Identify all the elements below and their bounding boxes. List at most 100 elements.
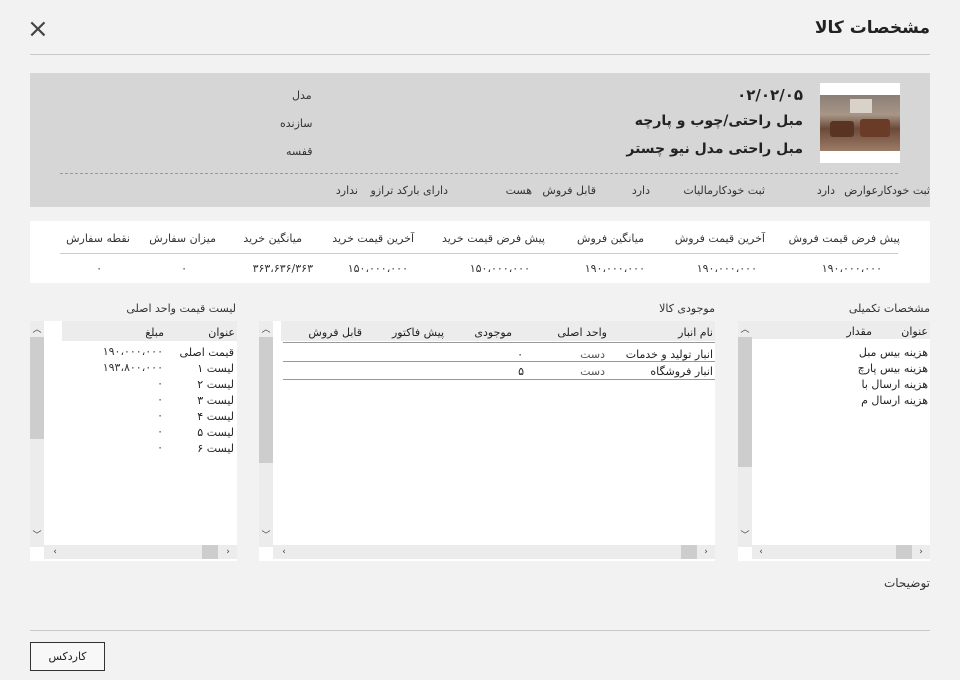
horizontal-scrollbar[interactable] xyxy=(273,545,715,559)
column-warehouse[interactable]: نام انبار xyxy=(678,326,713,339)
chevron-right-icon[interactable]: › xyxy=(914,545,928,559)
price-value: ۱۹۰،۰۰۰،۰۰۰ xyxy=(821,262,882,275)
stock-title: موجودی کالا xyxy=(659,302,715,315)
scroll-thumb[interactable] xyxy=(259,337,273,463)
price-summary-panel: پیش فرض قیمت فروش آخرین قیمت فروش میانگی… xyxy=(30,221,930,283)
auto-tax-value: دارد xyxy=(816,184,835,197)
extra-specs-title: مشخصات تکمیلی xyxy=(848,302,930,315)
list-item[interactable]: هزینه ارسال م xyxy=(852,394,928,407)
product-name: مبل راحتی مدل نیو چستر xyxy=(626,141,803,157)
header-divider xyxy=(30,54,930,55)
chevron-left-icon[interactable]: ‹ xyxy=(754,545,768,559)
price-header: پیش فرض قیمت خرید xyxy=(442,232,545,245)
price-header: میانگین خرید xyxy=(243,232,302,245)
footer-divider xyxy=(30,630,930,631)
price-list-title[interactable]: لیست ۳ xyxy=(197,394,234,407)
column-preinvoice[interactable]: پیش فاکتور xyxy=(392,326,444,339)
chevron-down-icon[interactable]: ﹀ xyxy=(738,529,752,543)
stock-table: ︿ ﹀ نام انبار واحد اصلی موجودی پیش فاکتو… xyxy=(259,321,715,561)
price-header: نقطه سفارش xyxy=(66,232,130,245)
model-label: مدل xyxy=(292,89,312,102)
scroll-thumb[interactable] xyxy=(738,337,752,467)
price-list-table: ︿ ﹀ عنوان مبلغ قیمت اصلی ۱۹۰،۰۰۰،۰۰۰ لیس… xyxy=(30,321,237,561)
scroll-thumb[interactable] xyxy=(202,545,218,559)
price-list-title[interactable]: لیست ۶ xyxy=(197,442,234,455)
price-list-amount[interactable]: ۰ xyxy=(157,409,163,422)
kardex-button[interactable]: کاردکس xyxy=(30,642,105,671)
extra-specs-table: ︿ ﹀ عنوان مقدار هزینه بیس مبل هزینه بیس … xyxy=(738,321,930,561)
price-list-title[interactable]: قیمت اصلی xyxy=(180,346,234,359)
info-divider xyxy=(60,173,898,174)
price-list-amount[interactable]: ۱۹۰،۰۰۰،۰۰۰ xyxy=(103,345,163,358)
column-unit[interactable]: واحد اصلی xyxy=(557,326,607,339)
price-list-title[interactable]: لیست ۵ xyxy=(197,426,234,439)
product-category: مبل راحتی/چوب و پارچه xyxy=(634,113,803,129)
scroll-thumb[interactable] xyxy=(30,337,44,439)
column-sellable[interactable]: قابل فروش xyxy=(308,326,362,339)
price-list-title[interactable]: لیست ۴ xyxy=(197,410,234,423)
chevron-down-icon[interactable]: ﹀ xyxy=(259,529,273,543)
price-list-title[interactable]: لیست ۱ xyxy=(197,362,234,375)
price-value: ۱۹۰،۰۰۰،۰۰۰ xyxy=(696,262,757,275)
sellable-value: هست xyxy=(505,184,532,197)
price-list-title[interactable]: لیست ۲ xyxy=(197,378,234,391)
close-icon[interactable]: × xyxy=(27,14,49,44)
price-header: آخرین قیمت خرید xyxy=(332,232,414,245)
price-divider xyxy=(60,253,898,254)
stock-warehouse[interactable]: انبار فروشگاه xyxy=(650,365,713,378)
row-divider xyxy=(283,379,715,380)
price-list-title: لیست قیمت واحد اصلی xyxy=(126,302,236,315)
price-list-amount[interactable]: ۰ xyxy=(157,377,163,390)
auto-tax-label: ثبت خودکارعوارض xyxy=(844,184,930,197)
price-header: آخرین قیمت فروش xyxy=(674,232,765,245)
price-list-amount[interactable]: ۰ xyxy=(157,441,163,454)
stock-unit[interactable]: دست xyxy=(580,348,605,361)
column-qty[interactable]: موجودی xyxy=(474,326,512,339)
price-list-amount[interactable]: ۱۹۳،۸۰۰،۰۰۰ xyxy=(103,361,163,374)
price-header: میانگین فروش xyxy=(577,232,644,245)
column-amount[interactable]: مقدار xyxy=(846,325,872,338)
price-header: پیش فرض قیمت فروش xyxy=(788,232,900,245)
price-value: ۱۵۰،۰۰۰،۰۰۰ xyxy=(347,262,408,275)
chevron-right-icon[interactable]: › xyxy=(699,545,713,559)
product-info-panel: ۰۲/۰۲/۰۵ مبل راحتی/چوب و پارچه مبل راحتی… xyxy=(30,73,930,207)
row-divider xyxy=(283,342,715,343)
window-title: مشخصات کالا xyxy=(814,18,930,38)
column-amount[interactable]: مبلغ xyxy=(145,326,164,339)
stock-qty[interactable]: ۵ xyxy=(518,365,524,378)
chevron-right-icon[interactable]: › xyxy=(221,545,235,559)
scale-barcode-label: دارای بارکد ترازو xyxy=(370,184,448,197)
auto-vat-label: ثبت خودکارمالیات xyxy=(683,184,765,197)
chevron-down-icon[interactable]: ﹀ xyxy=(30,529,44,543)
price-list-amount[interactable]: ۰ xyxy=(157,425,163,438)
price-list-amount[interactable]: ۰ xyxy=(157,393,163,406)
chevron-up-icon[interactable]: ︿ xyxy=(738,323,752,337)
stock-qty[interactable]: ۰ xyxy=(517,348,523,361)
product-image xyxy=(820,83,900,163)
column-title[interactable]: عنوان xyxy=(901,325,928,338)
shelf-label: قفسه xyxy=(286,145,313,158)
sellable-label: قابل فروش xyxy=(542,184,596,197)
product-code: ۰۲/۰۲/۰۵ xyxy=(737,86,803,104)
price-value: ۱۵۰،۰۰۰،۰۰۰ xyxy=(469,262,530,275)
list-item[interactable]: هزینه ارسال با xyxy=(852,378,928,391)
notes-label: توضیحات xyxy=(883,576,930,590)
scroll-thumb[interactable] xyxy=(681,545,697,559)
scroll-thumb[interactable] xyxy=(896,545,912,559)
stock-warehouse[interactable]: انبار تولید و خدمات xyxy=(626,348,713,361)
chevron-left-icon[interactable]: ‹ xyxy=(277,545,291,559)
column-title[interactable]: عنوان xyxy=(208,326,235,339)
stock-unit[interactable]: دست xyxy=(580,365,605,378)
scale-barcode-value: ندارد xyxy=(335,184,358,197)
price-value: ۳۶۳،۶۳۶/۳۶۳ xyxy=(252,262,313,275)
auto-vat-value: دارد xyxy=(631,184,650,197)
chevron-up-icon[interactable]: ︿ xyxy=(30,323,44,337)
list-item[interactable]: هزینه بیس پارچ xyxy=(852,362,928,375)
maker-label: سازنده xyxy=(280,117,313,130)
price-value: ۰ xyxy=(96,262,102,275)
list-item[interactable]: هزینه بیس مبل xyxy=(852,346,928,359)
chevron-up-icon[interactable]: ︿ xyxy=(259,323,273,337)
chevron-left-icon[interactable]: ‹ xyxy=(48,545,62,559)
price-value: ۱۹۰،۰۰۰،۰۰۰ xyxy=(584,262,645,275)
row-divider xyxy=(283,361,715,362)
